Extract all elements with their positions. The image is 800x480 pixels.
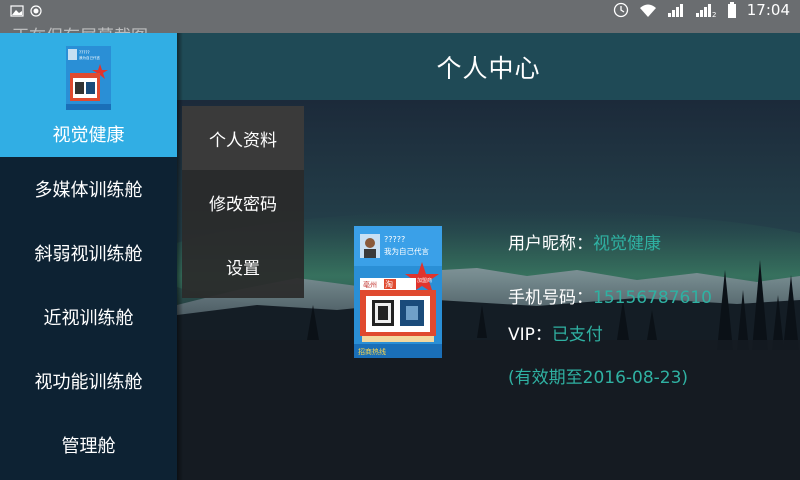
tab-label: 设置 xyxy=(226,258,260,279)
avatar-star-text: 加盟商 xyxy=(417,277,432,284)
battery-icon xyxy=(727,2,736,18)
alarm-icon xyxy=(613,2,628,18)
avatar-shop: 亳州 xyxy=(363,280,377,289)
profile-submenu: 个人资料 修改密码 设置 xyxy=(182,106,304,298)
tab-change-password[interactable]: 修改密码 xyxy=(182,170,304,234)
vip-row: VIP：已支付 xyxy=(508,320,603,345)
image-icon xyxy=(10,4,24,17)
validity-value: (有效期至2016-08-23) xyxy=(508,368,689,388)
phone-value: 15156787610 xyxy=(593,288,712,308)
tab-label: 个人资料 xyxy=(209,130,277,151)
signal-icon: 2 xyxy=(695,4,716,17)
sidebar-item-management[interactable]: 管理舱 xyxy=(0,413,177,477)
avatar[interactable]: ????? 我为自己代言 加盟商 亳州 淘 招商热线 xyxy=(354,226,442,358)
phone-label: 手机号码： xyxy=(508,288,593,308)
app-logo-icon: ????? 我为自己代言 xyxy=(66,46,111,110)
nickname-value: 视觉健康 xyxy=(593,234,661,254)
logo-tagline: 我为自己代言 xyxy=(79,55,100,60)
page-title: 个人中心 xyxy=(436,53,541,83)
phone-row: 手机号码：15156787610 xyxy=(508,283,712,308)
sidebar-item-label: 斜弱视训练舱 xyxy=(34,244,143,265)
sidebar-item-multimedia[interactable]: 多媒体训练舱 xyxy=(0,157,177,221)
status-right: 2 17:04 xyxy=(613,0,790,20)
sidebar-header[interactable]: ????? 我为自己代言 视觉健康 xyxy=(0,33,177,157)
status-time: 17:04 xyxy=(746,1,790,19)
signal-icon xyxy=(667,4,683,17)
record-icon xyxy=(30,4,42,17)
nickname-label: 用户昵称： xyxy=(508,234,593,254)
tab-label: 修改密码 xyxy=(209,194,277,215)
vip-value: 已支付 xyxy=(551,325,603,345)
sidebar-item-label: 视功能训练舱 xyxy=(34,372,143,393)
sidebar-item-myopia[interactable]: 近视训练舱 xyxy=(0,285,177,349)
wifi-icon xyxy=(639,4,656,17)
logo-qmarks: ????? xyxy=(79,50,90,55)
title-bar: 个人中心 xyxy=(177,33,800,100)
sidebar-item-label: 近视训练舱 xyxy=(43,308,134,329)
sidebar-item-label: 多媒体训练舱 xyxy=(34,180,143,201)
sim-index: 2 xyxy=(712,11,716,17)
avatar-qmarks: ????? xyxy=(384,235,405,244)
sidebar-item-strabismus[interactable]: 斜弱视训练舱 xyxy=(0,221,177,285)
sidebar: ????? 我为自己代言 视觉健康 多媒体训练舱 斜弱视训练舱 近视训练舱 视功… xyxy=(0,33,177,480)
status-bar: 正在保存屏幕截图 2 17:04 xyxy=(0,0,800,47)
avatar-tagline: 我为自己代言 xyxy=(384,246,429,256)
tab-settings[interactable]: 设置 xyxy=(182,234,304,298)
tab-personal-info[interactable]: 个人资料 xyxy=(182,106,304,170)
avatar-tao: 淘 xyxy=(385,279,393,289)
app-name: 视觉健康 xyxy=(52,125,125,146)
vip-label: VIP： xyxy=(508,325,552,345)
avatar-footer: 招商热线 xyxy=(358,347,386,356)
sidebar-item-label: 管理舱 xyxy=(61,436,116,457)
sidebar-item-visual-function[interactable]: 视功能训练舱 xyxy=(0,349,177,413)
validity-row: (有效期至2016-08-23) xyxy=(508,363,688,388)
nickname-row: 用户昵称：视觉健康 xyxy=(508,229,661,254)
